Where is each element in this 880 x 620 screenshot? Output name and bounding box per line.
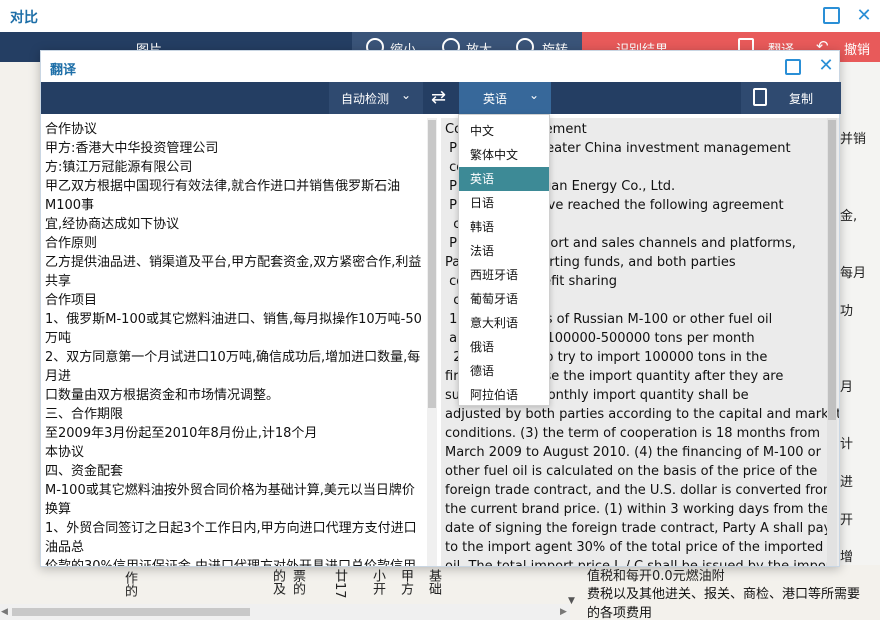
source-text-line: 共享 — [45, 274, 72, 289]
swap-arrows-icon: ⇄ — [431, 87, 447, 108]
copy-label: 复制 — [789, 92, 814, 106]
source-text-line: 价款的30%信用证保证金,由进口代理方对外开具进口总价款信用 — [45, 557, 429, 566]
recognized-text-line: 的各项费用 — [587, 606, 653, 620]
language-option[interactable]: 英语 — [459, 167, 549, 191]
bg-bottom-text: 廿17 — [332, 569, 347, 599]
bg-right-text: 进 — [840, 475, 854, 490]
source-text-line: 四、资金配套 — [45, 464, 124, 479]
language-option[interactable]: 意大利语 — [459, 311, 549, 335]
language-option[interactable]: 法语 — [459, 239, 549, 263]
translation-text-line: to the import agent 30% of the total pri… — [445, 540, 824, 555]
source-text-line: 万吨 — [45, 331, 72, 346]
bg-right-text: 计 — [840, 437, 854, 452]
recognized-text-lines: 费税以及其他进关、报关、商检、港口等所需要 的各项费用 — [587, 566, 860, 620]
translation-text-line: date of signing the foreign trade contra… — [445, 521, 832, 536]
language-option[interactable]: 葡萄牙语 — [459, 287, 549, 311]
source-text-line: 至2009年3月份起至2010年8月份止,计18个月 — [45, 426, 318, 441]
bg-bottom-text: 基础 — [426, 569, 441, 595]
translation-text-line: conditions. (3) the term of cooperation … — [445, 426, 821, 441]
copy-button[interactable]: 复制 — [741, 82, 841, 114]
source-text-line: 2、双方同意第一个月试进口10万吨,确信成功后,增加进口数量,每 — [45, 350, 421, 365]
translation-vertical-scrollbar[interactable] — [827, 118, 837, 566]
undo-button[interactable]: 撤销 — [844, 39, 870, 58]
source-text-line: 三、合作期限 — [45, 407, 124, 422]
language-option[interactable]: 德语 — [459, 359, 549, 383]
chevron-down-icon: ⌄ — [401, 88, 412, 102]
source-text-line: 月进 — [45, 369, 72, 384]
translation-text-line: March 2009 to August 2010. (4) the finan… — [445, 445, 821, 460]
source-text-line: 甲乙双方根据中国现行有效法律,就合作进口并销售俄罗斯石油 — [45, 179, 401, 194]
source-language-select[interactable]: 自动检测 ⌄ — [329, 82, 423, 114]
scrollbar-thumb[interactable] — [12, 608, 250, 616]
source-text-line: 合作项目 — [45, 293, 98, 308]
source-text-line: M-100或其它燃料油按外贸合同价格为基础计算,美元以当日牌价 — [45, 483, 415, 498]
bg-right-text: 每月 — [840, 266, 867, 281]
image-horizontal-scrollbar[interactable]: ◀ ▶ — [0, 604, 570, 620]
language-option[interactable]: 繁体中文 — [459, 143, 549, 167]
source-language-label: 自动检测 — [341, 92, 390, 106]
target-language-label: 英语 — [483, 92, 508, 106]
source-text-line: 1、俄罗斯M-100或其它燃料油进口、销售,每月拟操作10万吨-50 — [45, 312, 422, 327]
source-text-line: 乙方提供油品进、销渠道及平台,甲方配套资金,双方紧密合作,利益 — [45, 255, 422, 270]
bg-bottom-text: 甲方 — [398, 569, 413, 595]
source-text-line: 甲方:香港大中华投资管理公司 — [45, 141, 219, 156]
scroll-left-arrow-icon[interactable]: ◀ — [1, 607, 8, 617]
target-language-dropdown: 中文 繁体中文 英语 日语 韩语 法语 西班牙语 葡萄牙语 意大利语 俄语 德语 阿拉伯语 — [458, 114, 550, 406]
language-option[interactable]: 韩语 — [459, 215, 549, 239]
dialog-close-button[interactable]: ✕ — [816, 55, 836, 76]
bg-bottom-text: 作的 — [122, 571, 137, 597]
translation-text-line: foreign trade contract, and the U.S. dol… — [445, 483, 836, 498]
scanned-document-background — [0, 62, 42, 620]
bg-bottom-text: 小开 — [370, 569, 385, 595]
source-vertical-scrollbar[interactable] — [427, 118, 437, 566]
bg-right-text: 月 — [840, 380, 854, 395]
bg-right-text: 并销 — [840, 132, 867, 147]
source-text-line: 宜,经协商达成如下协议 — [45, 217, 180, 232]
source-text: 合作协议甲方:香港大中华投资管理公司 方:镇江万冠能源有限公司甲乙双方根据中国现行… — [45, 120, 429, 566]
scrollbar-thumb[interactable] — [428, 120, 436, 408]
outer-maximize-button[interactable] — [823, 7, 840, 24]
source-text-line: M100事 — [45, 198, 95, 213]
target-language-select[interactable]: 英语 ⌄ — [459, 82, 551, 114]
source-text-line: 合作协议 — [45, 122, 98, 137]
language-option[interactable]: 阿拉伯语 — [459, 383, 549, 407]
language-option[interactable]: 中文 — [459, 119, 549, 143]
translation-text-line: other fuel oil is calculated on the basi… — [445, 464, 818, 479]
source-text-line: 合作原则 — [45, 236, 98, 251]
outer-window-title: 对比 — [10, 10, 38, 26]
scrollbar-thumb[interactable] — [828, 120, 836, 420]
scroll-right-arrow-icon[interactable]: ▶ — [560, 607, 567, 617]
bg-bottom-text: 票的 — [290, 569, 305, 595]
bg-right-text: 增 — [840, 550, 854, 565]
language-option[interactable]: 俄语 — [459, 335, 549, 359]
source-text-line: 口数量由双方根据资金和市场情况调整。 — [45, 388, 280, 403]
bg-right-text: 开 — [840, 513, 854, 528]
bg-right-text: 功 — [840, 304, 854, 319]
source-text-area[interactable]: 合作协议甲方:香港大中华投资管理公司 方:镇江万冠能源有限公司甲乙双方根据中国现行… — [43, 118, 438, 566]
language-option[interactable]: 西班牙语 — [459, 263, 549, 287]
bg-right-text: 金, — [840, 209, 858, 224]
scroll-down-arrow-icon[interactable]: ▼ — [568, 596, 575, 606]
translate-dialog: 翻译 ✕ 自动检测 ⌄ ⇄ 英语 ⌄ 复制 合作协议甲方:香港大中华投资管理公司… — [40, 50, 841, 567]
dialog-title: 翻译 — [50, 63, 77, 78]
recognized-text-line: 费税以及其他进关、报关、商检、港口等所需要 — [587, 587, 861, 602]
bg-bottom-text: 的及 — [270, 569, 285, 595]
source-text-line: 1、外贸合同签订之日起3个工作日内,甲方向进口代理方支付进口 — [45, 521, 417, 536]
copy-icon — [753, 88, 767, 106]
language-option[interactable]: 日语 — [459, 191, 549, 215]
translation-text-line: the current brand price. (1) within 3 wo… — [445, 502, 830, 517]
source-text-line: 方:镇江万冠能源有限公司 — [45, 160, 193, 175]
outer-titlebar: 对比 ✕ — [0, 0, 880, 32]
source-text-line: 油品总 — [45, 540, 85, 555]
source-text-line: 换算 — [45, 502, 72, 517]
dialog-maximize-button[interactable] — [785, 59, 801, 75]
swap-languages-button[interactable]: ⇄ — [423, 82, 459, 114]
translation-text-line: oil. The total import price L / C shall … — [445, 557, 836, 566]
source-text-line: 本协议 — [45, 445, 85, 460]
outer-close-button[interactable]: ✕ — [854, 6, 874, 26]
translate-toolbar: 自动检测 ⌄ ⇄ 英语 ⌄ 复制 — [41, 82, 841, 114]
chevron-down-icon: ⌄ — [529, 88, 540, 102]
translation-text-line: adjusted by both parties according to th… — [445, 407, 839, 422]
